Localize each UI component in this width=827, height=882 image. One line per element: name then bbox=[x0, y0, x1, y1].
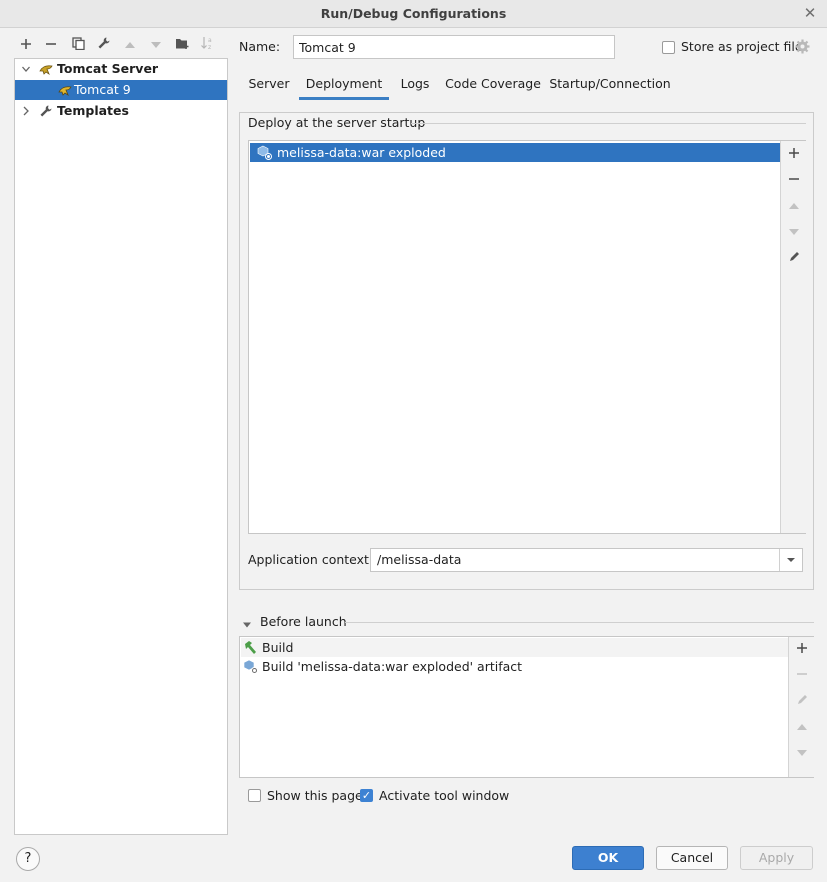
artifact-icon bbox=[257, 145, 273, 164]
close-icon[interactable]: ✕ bbox=[801, 2, 819, 24]
name-label: Name: bbox=[239, 39, 281, 54]
gear-icon[interactable] bbox=[795, 39, 810, 57]
artifact-toolbar bbox=[780, 141, 806, 533]
list-item[interactable]: Build bbox=[241, 638, 788, 657]
add-icon[interactable] bbox=[16, 35, 36, 55]
tomcat-icon bbox=[58, 83, 73, 103]
before-launch-toolbar bbox=[788, 637, 814, 777]
edit-pencil-icon[interactable] bbox=[789, 689, 815, 713]
move-down-icon[interactable] bbox=[146, 35, 166, 55]
activate-tool-window-label: Activate tool window bbox=[379, 788, 510, 803]
group-title: Deploy at the server startup bbox=[248, 115, 426, 130]
before-launch-list[interactable]: Build Build 'melissa-data:war exploded' … bbox=[239, 636, 814, 778]
artifact-icon bbox=[243, 659, 259, 678]
dropdown-arrow-icon[interactable] bbox=[779, 549, 802, 571]
new-folder-icon[interactable] bbox=[172, 35, 192, 55]
add-icon[interactable] bbox=[789, 637, 815, 661]
chevron-right-icon[interactable] bbox=[21, 101, 31, 127]
add-icon[interactable] bbox=[781, 142, 807, 166]
tree-item-label: Templates bbox=[57, 103, 129, 118]
svg-text:a: a bbox=[208, 37, 212, 44]
tab-code-coverage[interactable]: Code Coverage bbox=[441, 70, 545, 100]
remove-icon[interactable] bbox=[41, 35, 61, 55]
before-launch-title: Before launch bbox=[260, 614, 347, 629]
name-input[interactable] bbox=[293, 35, 615, 59]
configuration-tree[interactable]: Tomcat Server Tomcat 9 Templates bbox=[14, 58, 228, 835]
list-item-label: melissa-data:war exploded bbox=[277, 145, 446, 160]
list-item-label: Build bbox=[262, 640, 294, 655]
app-context-combobox[interactable]: /melissa-data bbox=[370, 548, 803, 572]
tab-server[interactable]: Server bbox=[239, 70, 299, 100]
tab-logs[interactable]: Logs bbox=[389, 70, 441, 100]
show-page-checkbox[interactable] bbox=[248, 789, 261, 802]
window-title: Run/Debug Configurations bbox=[320, 6, 507, 21]
move-down-icon[interactable] bbox=[789, 741, 815, 765]
store-project-file-label: Store as project file bbox=[681, 39, 803, 54]
artifact-list[interactable]: melissa-data:war exploded bbox=[248, 140, 806, 534]
tab-deployment[interactable]: Deployment bbox=[299, 70, 389, 100]
move-up-icon[interactable] bbox=[789, 715, 815, 739]
tree-item-tomcat-server[interactable]: Tomcat Server bbox=[15, 59, 227, 79]
tree-item-label: Tomcat 9 bbox=[74, 82, 131, 97]
move-up-icon[interactable] bbox=[120, 35, 140, 55]
group-separator bbox=[411, 123, 806, 124]
collapse-chevron-icon[interactable] bbox=[242, 617, 252, 632]
remove-icon[interactable] bbox=[789, 663, 815, 687]
apply-button[interactable]: Apply bbox=[740, 846, 813, 870]
app-context-label: Application context: bbox=[248, 552, 374, 567]
remove-icon[interactable] bbox=[781, 168, 807, 192]
tree-item-tomcat-9[interactable]: Tomcat 9 bbox=[15, 80, 227, 100]
move-down-icon[interactable] bbox=[781, 220, 807, 244]
svg-text:z: z bbox=[208, 44, 211, 51]
cancel-button[interactable]: Cancel bbox=[656, 846, 728, 870]
store-project-file-checkbox[interactable] bbox=[662, 41, 675, 54]
tree-item-label: Tomcat Server bbox=[57, 61, 159, 76]
list-item-label: Build 'melissa-data:war exploded' artifa… bbox=[262, 659, 523, 674]
tomcat-icon bbox=[39, 62, 54, 82]
move-up-icon[interactable] bbox=[781, 194, 807, 218]
help-button[interactable]: ? bbox=[16, 847, 40, 871]
show-page-label: Show this page bbox=[267, 788, 363, 803]
wrench-icon[interactable] bbox=[94, 35, 114, 55]
sort-icon[interactable]: az bbox=[198, 35, 218, 55]
tree-item-templates[interactable]: Templates bbox=[15, 101, 227, 121]
ok-button[interactable]: OK bbox=[572, 846, 644, 870]
copy-icon[interactable] bbox=[68, 35, 88, 55]
list-item[interactable]: melissa-data:war exploded bbox=[250, 143, 780, 162]
wrench-icon bbox=[39, 104, 53, 124]
before-launch-separator bbox=[345, 622, 814, 623]
tab-startup-connection[interactable]: Startup/Connection bbox=[545, 70, 675, 100]
list-item[interactable]: Build 'melissa-data:war exploded' artifa… bbox=[241, 657, 788, 676]
app-context-value: /melissa-data bbox=[377, 552, 462, 567]
activate-tool-window-checkbox[interactable]: ✓ bbox=[360, 789, 373, 802]
edit-pencil-icon[interactable] bbox=[781, 246, 807, 270]
